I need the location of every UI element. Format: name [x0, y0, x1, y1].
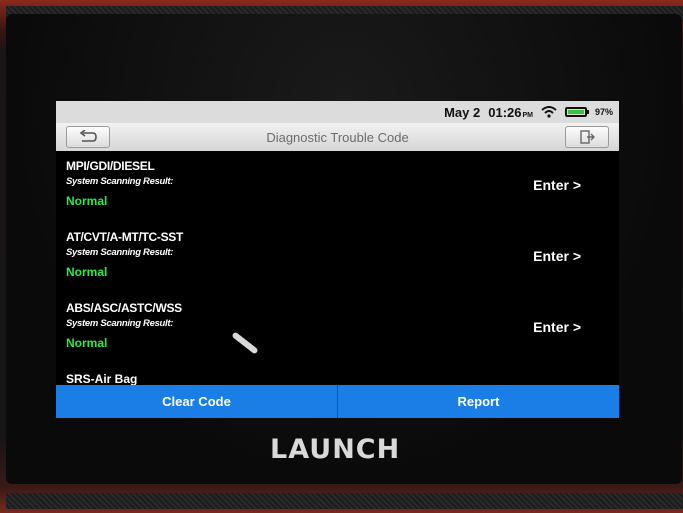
system-name: MPI/GDI/DIESEL	[66, 159, 155, 173]
scan-result-status: Normal	[66, 336, 108, 350]
action-bar: Clear Code Report	[56, 385, 619, 418]
back-button[interactable]	[66, 126, 110, 148]
status-bar: May 2 01:26PM 97%	[56, 101, 619, 123]
battery-percentage: 97%	[594, 107, 613, 117]
enter-button[interactable]: Enter >	[533, 319, 581, 335]
device-screen: May 2 01:26PM 97% Diagnostic Trouble Cod…	[56, 101, 619, 418]
system-name: ABS/ASC/ASTC/WSS	[66, 301, 182, 315]
system-item: AT/CVT/A-MT/TC-SST System Scanning Resul…	[56, 222, 619, 293]
clear-code-button[interactable]: Clear Code	[56, 385, 337, 418]
status-date: May 2	[444, 104, 481, 120]
exit-button[interactable]	[565, 126, 609, 148]
report-button[interactable]: Report	[337, 385, 619, 418]
system-name: AT/CVT/A-MT/TC-SST	[66, 230, 184, 244]
enter-button[interactable]: Enter >	[533, 248, 581, 264]
battery-icon	[564, 107, 589, 117]
title-bar: Diagnostic Trouble Code	[56, 123, 619, 151]
brand-logo: LAUNCH	[270, 434, 401, 465]
back-arrow-icon	[79, 130, 97, 142]
enter-button[interactable]: Enter >	[533, 177, 581, 193]
system-name-partial[interactable]: SRS-Air Bag	[66, 372, 137, 385]
scan-result-status: Normal	[66, 265, 108, 279]
carbon-fiber-trim	[6, 493, 683, 509]
scan-result-status: Normal	[66, 194, 108, 208]
system-item: ABS/ASC/ASTC/WSS System Scanning Result:…	[56, 293, 619, 364]
wifi-icon	[541, 106, 557, 118]
page-title: Diagnostic Trouble Code	[266, 129, 409, 145]
system-item: MPI/GDI/DIESEL System Scanning Result: N…	[56, 151, 619, 222]
exit-door-icon	[580, 130, 595, 144]
status-time: 01:26PM	[488, 104, 533, 120]
system-list: MPI/GDI/DIESEL System Scanning Result: N…	[56, 151, 619, 385]
